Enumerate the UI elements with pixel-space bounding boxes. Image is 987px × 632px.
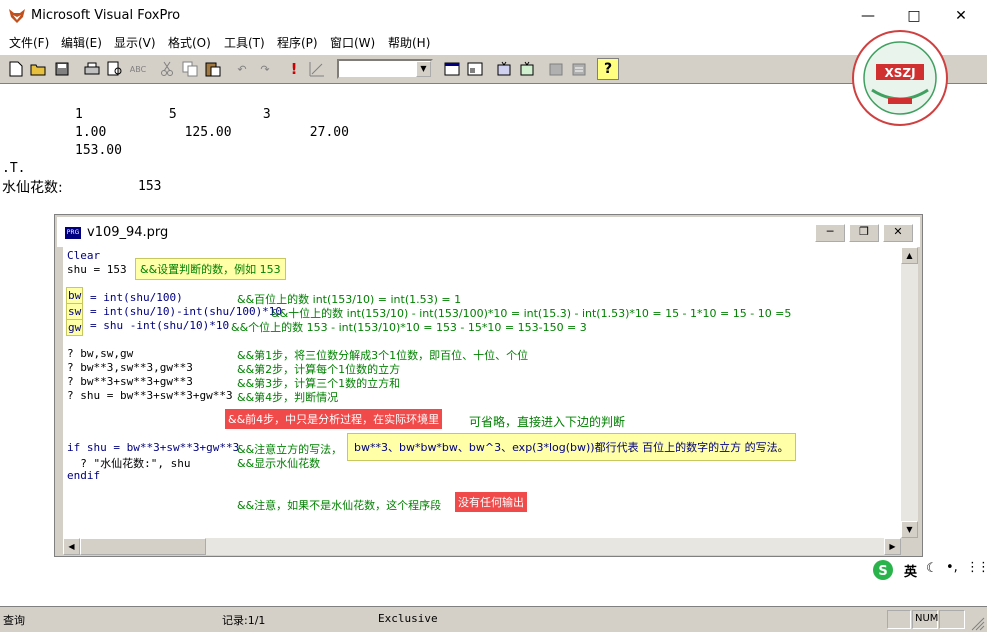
toolbar-combo[interactable]: ▼ [337,59,433,79]
status-box [939,610,965,629]
note-red: &&前4步，中只是分析过程，在实际环境里 [225,409,443,429]
code-comment: &&第4步，判断情况 [237,391,339,404]
menu-help[interactable]: 帮助(H) [388,34,430,51]
editor-title-bar: PRG v109_94.prg ─ ❐ ✕ [57,217,920,247]
modify-form-icon[interactable] [306,58,328,80]
new-icon[interactable] [5,58,27,80]
code-line: = int(shu/100) [90,291,183,304]
num-lock-indicator: NUM [912,610,938,629]
spell-check-icon[interactable]: ABC [127,58,149,80]
note-red: 没有任何输出 [455,492,527,512]
title-bar: Microsoft Visual FoxPro — □ ✕ [0,0,987,32]
menu-edit[interactable]: 编辑(E) [61,34,102,51]
menu-view[interactable]: 显示(V) [114,34,156,51]
output-label: 水仙花数: [2,180,63,196]
menu-tools[interactable]: 工具(T) [224,34,265,51]
note-yellow: &&设置判断的数，例如 153 [135,258,286,280]
combo-arrow-icon[interactable]: ▼ [416,61,431,77]
code-line: = shu -int(shu/10)*10 [90,319,230,332]
note-yellow: bw**3、bw*bw*bw、bw^3、exp(3*log(bw))都行代表 百… [347,433,796,461]
foxpro-icon [9,9,25,23]
output-line: 1.00 125.00 27.00 [75,125,349,140]
code-comment: &&注意，如果不是水仙花数，这个程序段 [237,499,442,512]
editor-title: v109_94.prg [87,225,169,240]
scroll-right-icon[interactable]: ▶ [884,538,901,555]
data-session-icon[interactable] [464,58,486,80]
report-wizard-icon[interactable] [516,58,538,80]
sogou-icon[interactable]: S [872,559,894,581]
code-line: endif [67,469,101,482]
print-icon[interactable] [81,58,103,80]
build-icon[interactable] [545,58,567,80]
code-area[interactable]: Clear shu = 153 &&设置判断的数，例如 153 bw = int… [63,247,901,538]
menu-program[interactable]: 程序(P) [277,34,318,51]
resize-grip-icon[interactable] [971,617,985,631]
open-icon[interactable] [28,58,50,80]
code-comment: &&显示水仙花数 [237,457,321,470]
status-text: 查询 [3,614,25,627]
logo-text: XSZJ [884,66,915,80]
status-bar: 查询 记录:1/1 Exclusive NUM [0,606,987,632]
code-line: Clear [67,249,101,262]
code-line: ? bw**3,sw**3,gw**3 [67,361,193,374]
svg-text:S: S [878,564,887,579]
code-line: ? bw**3+sw**3+gw**3 [67,375,193,388]
code-line: = int(shu/10)-int(shu/100)*10 [90,305,283,318]
menu-bar: 文件(F) 编辑(E) 显示(V) 格式(O) 工具(T) 程序(P) 窗口(W… [0,32,987,52]
status-box [887,610,911,629]
run-icon[interactable]: ! [283,58,305,80]
output-line: .T. [2,161,26,176]
record-indicator: 记录:1/1 [222,614,266,627]
code-comment: 可省略，直接进入下边的判断 [469,415,626,429]
paste-icon[interactable] [202,58,224,80]
menu-window[interactable]: 窗口(W) [330,34,375,51]
copy-icon[interactable] [179,58,201,80]
editor-close-button[interactable]: ✕ [883,224,913,242]
cut-icon[interactable] [156,58,178,80]
program-editor-window: PRG v109_94.prg ─ ❐ ✕ Clear shu = 153 &&… [54,214,923,557]
output-line: 153.00 [75,143,122,158]
output-line: 1 5 3 [75,107,271,122]
program-file-icon: PRG [65,227,81,239]
redo-icon[interactable]: ↷ [254,58,276,80]
vertical-scrollbar[interactable]: ▲ ▼ [901,247,918,538]
mode-indicator: Exclusive [378,612,438,625]
punctuation-icon[interactable]: •, [946,560,958,575]
undo-icon[interactable]: ↶ [231,58,253,80]
school-seal-logo: XSZJ [852,30,948,126]
var-highlight: gw [66,319,84,336]
window-title: Microsoft Visual FoxPro [31,8,181,23]
editor-minimize-button[interactable]: ─ [815,224,845,242]
standard-toolbar: ABC ↶ ↷ ! ▼ ? [0,54,987,84]
output-value: 153 [138,179,162,194]
command-window-icon[interactable] [441,58,463,80]
scroll-left-icon[interactable]: ◀ [63,538,80,555]
horizontal-scrollbar[interactable]: ◀ ▶ [63,538,901,555]
code-line: shu = 153 [67,263,127,276]
code-comment: &&个位上的数 153 - int(153/10)*10 = 153 - 15*… [231,321,587,334]
moon-icon[interactable]: ☾ [926,561,938,576]
print-preview-icon[interactable] [104,58,126,80]
code-line: ? bw,sw,gw [67,347,134,360]
code-line: ? shu = bw**3+sw**3+gw**3 [67,389,233,402]
var-highlight: sw [66,303,84,320]
ime-language[interactable]: 英 [904,561,917,580]
editor-restore-button[interactable]: ❐ [849,224,879,242]
var-highlight: bw [66,287,84,304]
code-line: if shu = bw**3+sw**3+gw**3 [67,441,240,454]
browse-icon[interactable] [568,58,590,80]
ime-toolbar: S 英 ☾ •, ⋮⋮ [868,558,987,582]
form-wizard-icon[interactable] [493,58,515,80]
more-icon[interactable]: ⋮⋮ [966,560,987,575]
scroll-up-icon[interactable]: ▲ [901,247,918,264]
menu-format[interactable]: 格式(O) [168,34,211,51]
save-icon[interactable] [51,58,73,80]
scroll-thumb[interactable] [80,538,206,555]
menu-file[interactable]: 文件(F) [9,34,49,51]
help-icon[interactable]: ? [597,58,619,80]
scroll-down-icon[interactable]: ▼ [901,521,918,538]
